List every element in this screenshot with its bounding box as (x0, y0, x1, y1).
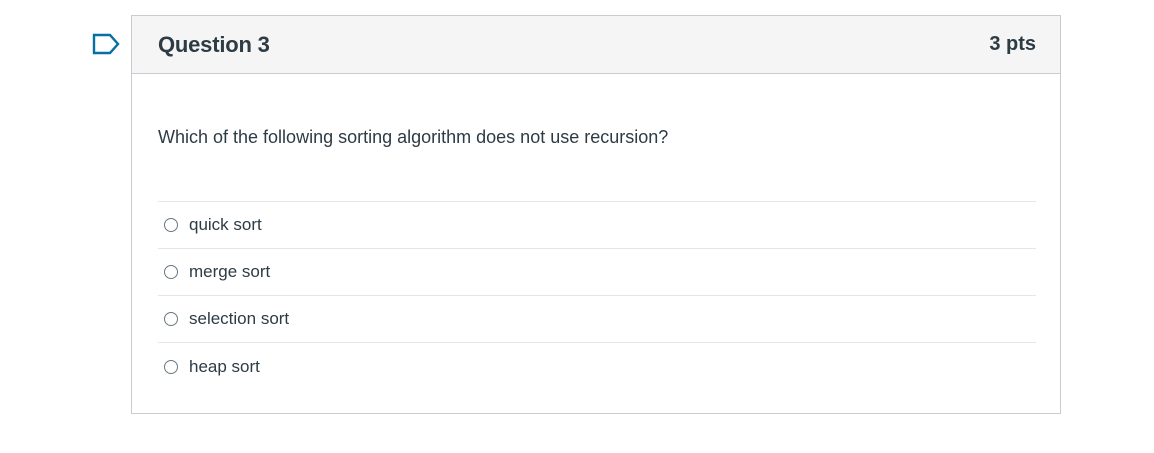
question-title: Question 3 (158, 31, 270, 57)
flag-question-icon[interactable] (92, 33, 120, 55)
answer-label[interactable]: selection sort (189, 309, 289, 329)
answer-label[interactable]: quick sort (189, 215, 262, 235)
answer-option-selection-sort[interactable]: selection sort (158, 296, 1036, 343)
question-points: 3 pts (989, 33, 1036, 55)
answer-label[interactable]: heap sort (189, 357, 260, 377)
answer-option-heap-sort[interactable]: heap sort (158, 343, 1036, 390)
answer-label[interactable]: merge sort (189, 262, 270, 282)
question-card: Question 3 3 pts Which of the following … (131, 15, 1061, 414)
radio-unchecked-icon[interactable] (164, 218, 178, 232)
question-body: Which of the following sorting algorithm… (132, 74, 1060, 390)
answer-option-quick-sort[interactable]: quick sort (158, 202, 1036, 249)
answer-list: quick sort merge sort selection sort hea… (158, 201, 1036, 390)
radio-unchecked-icon[interactable] (164, 265, 178, 279)
quiz-page: Question 3 3 pts Which of the following … (0, 0, 1154, 453)
radio-unchecked-icon[interactable] (164, 312, 178, 326)
answer-option-merge-sort[interactable]: merge sort (158, 249, 1036, 296)
question-header: Question 3 3 pts (132, 16, 1060, 74)
radio-unchecked-icon[interactable] (164, 359, 178, 374)
question-text: Which of the following sorting algorithm… (158, 127, 669, 147)
